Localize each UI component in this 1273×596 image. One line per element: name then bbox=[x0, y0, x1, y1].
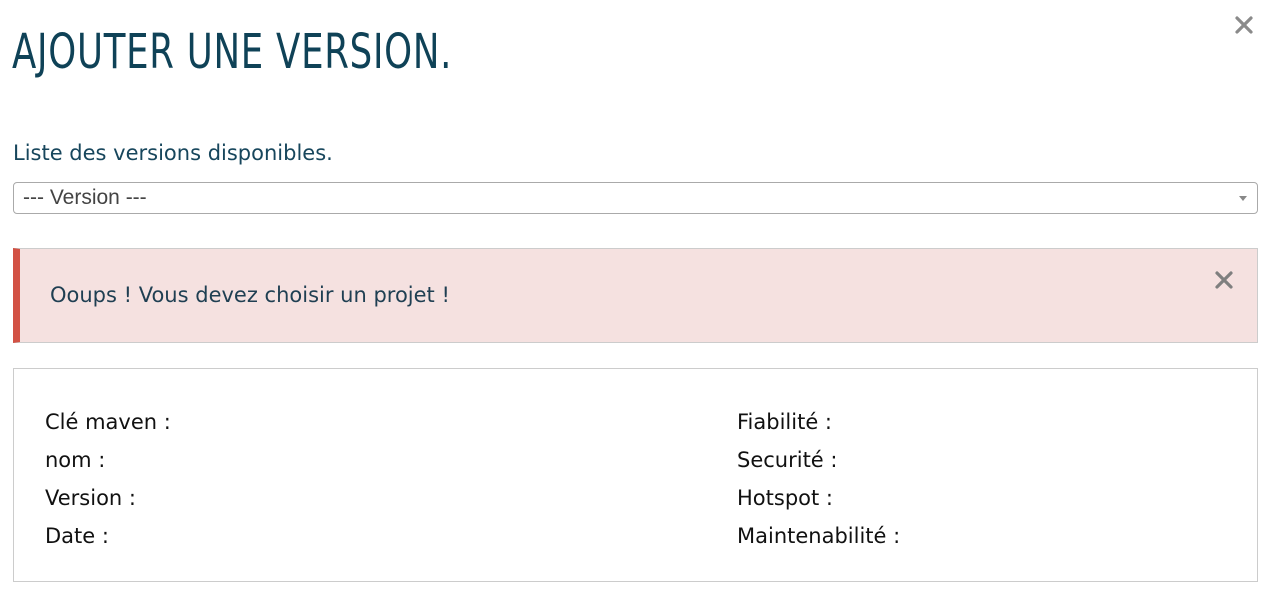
close-icon bbox=[1235, 16, 1253, 34]
version-details-panel: Clé maven : nom : Version : Date : Fiabi… bbox=[13, 368, 1258, 582]
modal-close-button[interactable] bbox=[1229, 10, 1259, 40]
alert-message: Ooups ! Vous devez choisir un projet ! bbox=[50, 283, 450, 307]
detail-name: nom : bbox=[45, 448, 106, 472]
version-list-label: Liste des versions disponibles. bbox=[13, 141, 333, 165]
detail-version: Version : bbox=[45, 486, 136, 510]
details-left-column: Clé maven : nom : Version : Date : bbox=[45, 403, 171, 555]
details-right-column: Fiabilité : Securité : Hotspot : Mainten… bbox=[737, 403, 900, 555]
detail-security: Securité : bbox=[737, 448, 838, 472]
detail-hotspot: Hotspot : bbox=[737, 486, 833, 510]
detail-maintainability: Maintenabilité : bbox=[737, 524, 901, 548]
error-alert: Ooups ! Vous devez choisir un projet ! bbox=[13, 248, 1258, 343]
version-select-value: --- Version --- bbox=[23, 186, 147, 209]
detail-maven-key: Clé maven : bbox=[45, 410, 171, 434]
add-version-modal: AJOUTER UNE VERSION. Liste des versions … bbox=[0, 0, 1273, 596]
caret-down-icon bbox=[1239, 196, 1247, 201]
modal-title: AJOUTER UNE VERSION. bbox=[12, 24, 453, 80]
version-select[interactable]: --- Version --- bbox=[13, 182, 1258, 214]
detail-date: Date : bbox=[45, 524, 109, 548]
alert-close-button[interactable] bbox=[1210, 266, 1238, 294]
detail-reliability: Fiabilité : bbox=[737, 410, 832, 434]
close-icon bbox=[1215, 271, 1233, 289]
